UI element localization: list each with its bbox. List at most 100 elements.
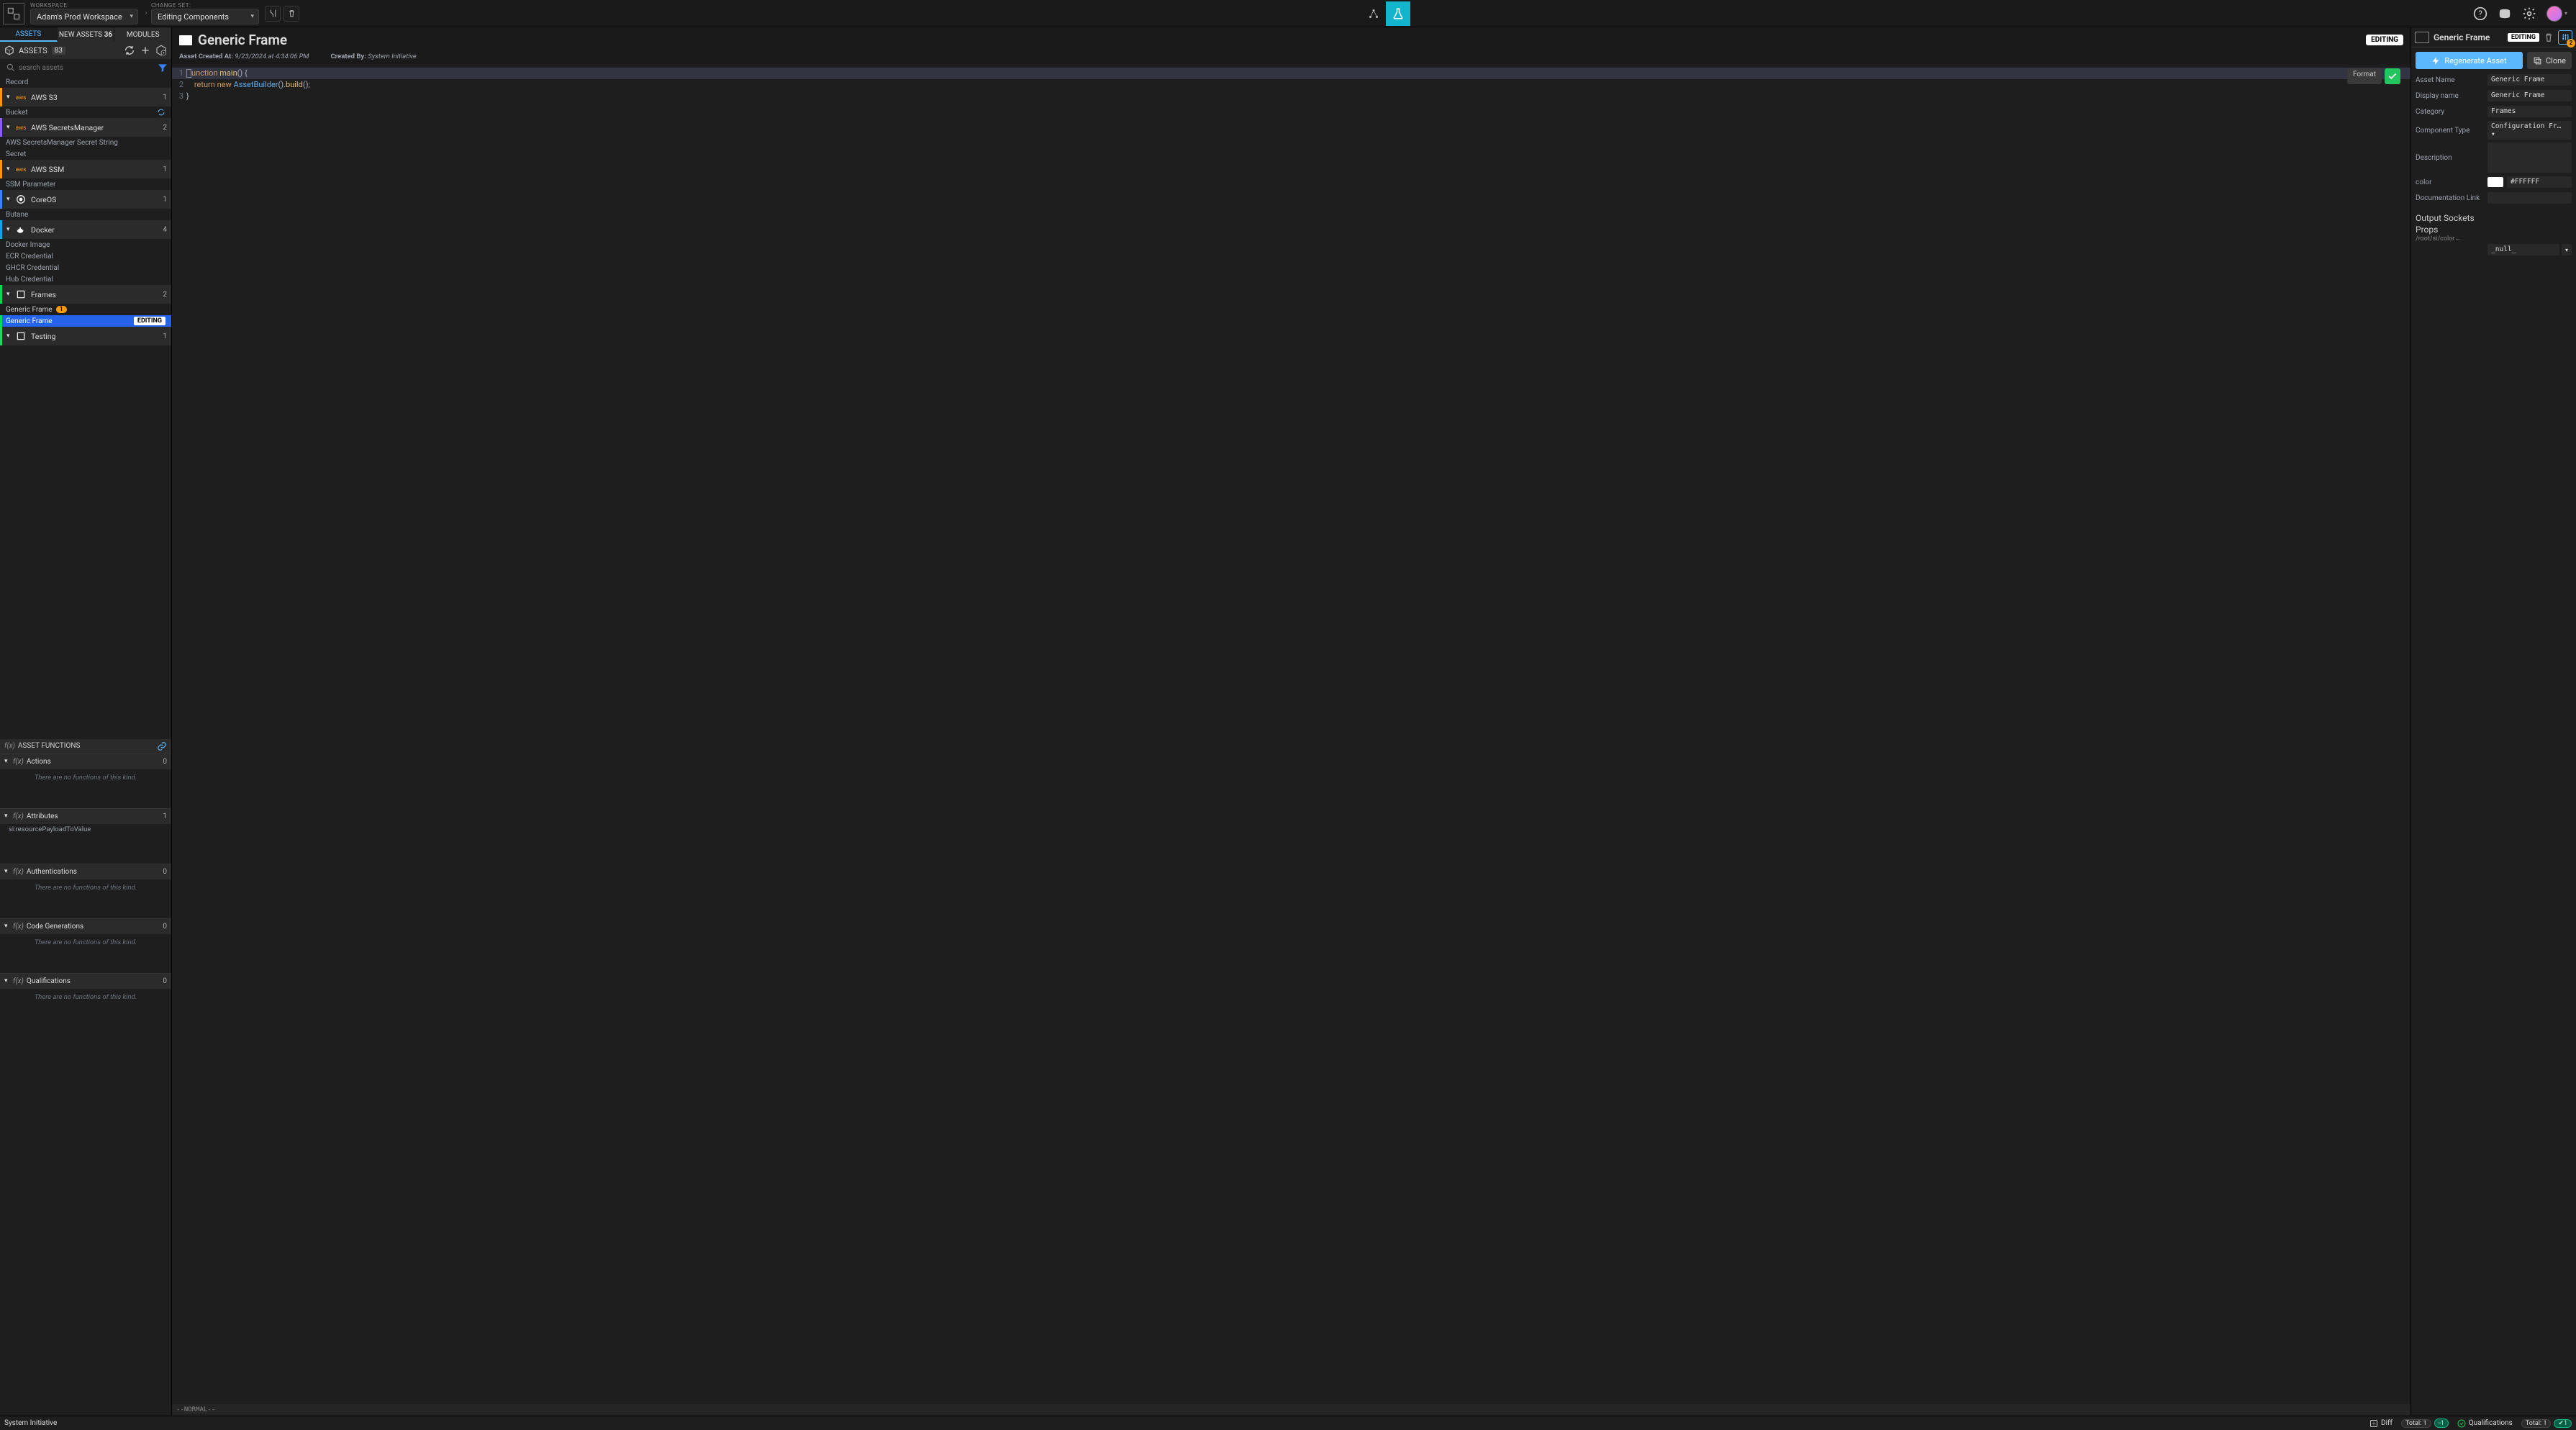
add-asset-button[interactable] [140, 45, 151, 56]
app-logo[interactable] [3, 3, 24, 24]
category-input[interactable]: Frames [2487, 106, 2572, 117]
merge-button[interactable] [265, 6, 281, 22]
status-bar: System Initiative Diff Total: 1 ▫1 Quali… [0, 1416, 2576, 1430]
asset-item-label: GHCR Credential [6, 264, 59, 272]
category-count: 2 [163, 291, 167, 299]
top-bar: WORKSPACE: Adam's Prod Workspace › CHANG… [0, 0, 2576, 27]
asset-item[interactable]: GHCR Credential [0, 262, 171, 273]
lab-mode-button[interactable] [1386, 1, 1410, 26]
category-coreos[interactable]: ▾CoreOS1 [0, 190, 171, 209]
prop-value-select-icon[interactable]: ▾ [2562, 244, 2572, 255]
asset-meta: Asset Created At: 9/23/2024 at 4:34:06 P… [172, 53, 2411, 65]
user-menu[interactable] [2546, 6, 2567, 22]
category-aws-ssm[interactable]: ▾awsAWS SSM1 [0, 160, 171, 178]
execute-button[interactable] [2385, 68, 2400, 84]
asset-name-input[interactable]: Generic Frame [2487, 74, 2572, 86]
display-name-input[interactable]: Generic Frame [2487, 90, 2572, 101]
code-token: (); [303, 80, 310, 89]
category-frames[interactable]: ▾Frames2 [0, 285, 171, 304]
function-category-actions[interactable]: ▾f(x)Actions0 [0, 754, 171, 769]
refresh-assets-button[interactable] [124, 45, 135, 56]
import-asset-button[interactable] [155, 45, 167, 56]
asset-mini-swatch [2415, 32, 2429, 43]
asset-item-label: Bucket [6, 109, 28, 117]
asset-item[interactable]: Generic Frame1 [0, 304, 171, 315]
filter-icon[interactable] [157, 62, 168, 73]
doc-link-input[interactable] [2487, 192, 2572, 204]
code-editor[interactable]: Format 123 unction main() { return new A… [172, 65, 2411, 1404]
asset-item[interactable]: Secret [0, 148, 171, 160]
asset-item[interactable]: Generic FrameEDITING [0, 315, 171, 327]
asset-item[interactable]: Butane [0, 209, 171, 220]
created-by-value: System Initiative [368, 53, 417, 60]
delete-asset-icon[interactable] [2543, 32, 2554, 43]
category-testing[interactable]: ▾Testing1 [0, 327, 171, 345]
tab-modules[interactable]: MODULES [114, 27, 171, 42]
function-category-attributes[interactable]: ▾f(x)Attributes1 [0, 808, 171, 824]
function-category-qualifications[interactable]: ▾f(x)Qualifications0 [0, 973, 171, 989]
settings-gear-icon[interactable] [2522, 6, 2536, 21]
asset-record[interactable]: Record [0, 76, 171, 88]
regenerate-asset-button[interactable]: Regenerate Asset [2416, 52, 2523, 69]
code-area[interactable]: unction main() { return new AssetBuilder… [186, 65, 2411, 1404]
editing-badge: EDITING [134, 317, 165, 325]
aws-icon: aws [15, 163, 27, 175]
function-item[interactable]: si:resourcePayloadToValue [0, 824, 171, 835]
right-header: Generic Frame EDITING 2 [2411, 27, 2576, 47]
asset-inspector-toggle[interactable]: 2 [2558, 30, 2572, 45]
search-icon [6, 63, 16, 73]
function-category-authentications[interactable]: ▾f(x)Authentications0 [0, 864, 171, 879]
search-input[interactable] [19, 64, 157, 72]
format-button[interactable]: Format [2347, 68, 2382, 84]
editor-status: --NORMAL-- [172, 1404, 2411, 1416]
component-type-select[interactable]: Configuration Fr… [2487, 121, 2572, 140]
asset-tree: Record ▾awsAWS S31Bucket▾awsAWS SecretsM… [0, 76, 171, 739]
created-label: Asset Created At: [179, 53, 233, 60]
qual-counts: Total: 1 ✔1 [2521, 1419, 2572, 1428]
diff-status[interactable]: Diff [2369, 1419, 2393, 1428]
diff-icon [2369, 1419, 2378, 1428]
aws-icon: aws [15, 91, 27, 103]
main-content: ASSETS NEW ASSETS 36 MODULES ASSETS 83 R… [0, 27, 2576, 1416]
function-category-code-generations[interactable]: ▾f(x)Code Generations0 [0, 918, 171, 934]
color-hex-input[interactable]: #FFFFFF [2507, 176, 2572, 188]
prop-value-input[interactable]: _null_ [2487, 244, 2559, 255]
chevron-down-icon: ▾ [6, 291, 15, 298]
description-input[interactable] [2487, 142, 2572, 173]
tab-new-assets[interactable]: NEW ASSETS 36 [58, 27, 115, 42]
category-aws-secretsmanager[interactable]: ▾awsAWS SecretsManager2 [0, 118, 171, 137]
qualifications-status[interactable]: Qualifications [2457, 1419, 2513, 1428]
asset-item[interactable]: AWS SecretsManager Secret String [0, 137, 171, 148]
right-panel: Generic Frame EDITING 2 Regenerate Asset… [2411, 27, 2576, 1416]
delete-changeset-button[interactable] [284, 6, 299, 22]
function-count: 1 [163, 813, 167, 820]
help-icon[interactable]: ? [2473, 6, 2487, 21]
sync-icon [157, 108, 165, 117]
editing-badge: EDITING [2366, 35, 2403, 45]
workspace-select[interactable]: Adam's Prod Workspace [30, 9, 138, 24]
page-title: Generic Frame [198, 32, 287, 48]
category-docker[interactable]: ▾Docker4 [0, 220, 171, 239]
color-label: color [2416, 178, 2487, 186]
asset-item[interactable]: Hub Credential [0, 273, 171, 285]
compose-mode-button[interactable] [1361, 1, 1386, 26]
code-token: new [217, 80, 232, 89]
asset-item[interactable]: ECR Credential [0, 250, 171, 262]
changeset-select[interactable]: Editing Components [151, 9, 259, 24]
workspace-field: WORKSPACE: Adam's Prod Workspace [30, 2, 138, 24]
description-label: Description [2416, 154, 2487, 162]
regenerate-label: Regenerate Asset [2444, 56, 2506, 65]
asset-item[interactable]: Docker Image [0, 239, 171, 250]
fx-icon: f(x) [13, 758, 24, 766]
empty-state: There are no functions of this kind. [0, 879, 171, 918]
clone-button[interactable]: Clone [2527, 52, 2572, 69]
color-swatch[interactable] [2487, 177, 2503, 187]
category-aws-s3[interactable]: ▾awsAWS S31 [0, 88, 171, 107]
asset-item[interactable]: Bucket [0, 107, 171, 118]
asset-item[interactable]: SSM Parameter [0, 178, 171, 190]
top-right-controls: ? [2473, 6, 2573, 22]
tab-assets[interactable]: ASSETS [0, 27, 58, 42]
doc-link-label: Documentation Link [2416, 194, 2487, 202]
discord-icon[interactable] [2498, 6, 2512, 21]
link-icon[interactable] [157, 741, 167, 751]
